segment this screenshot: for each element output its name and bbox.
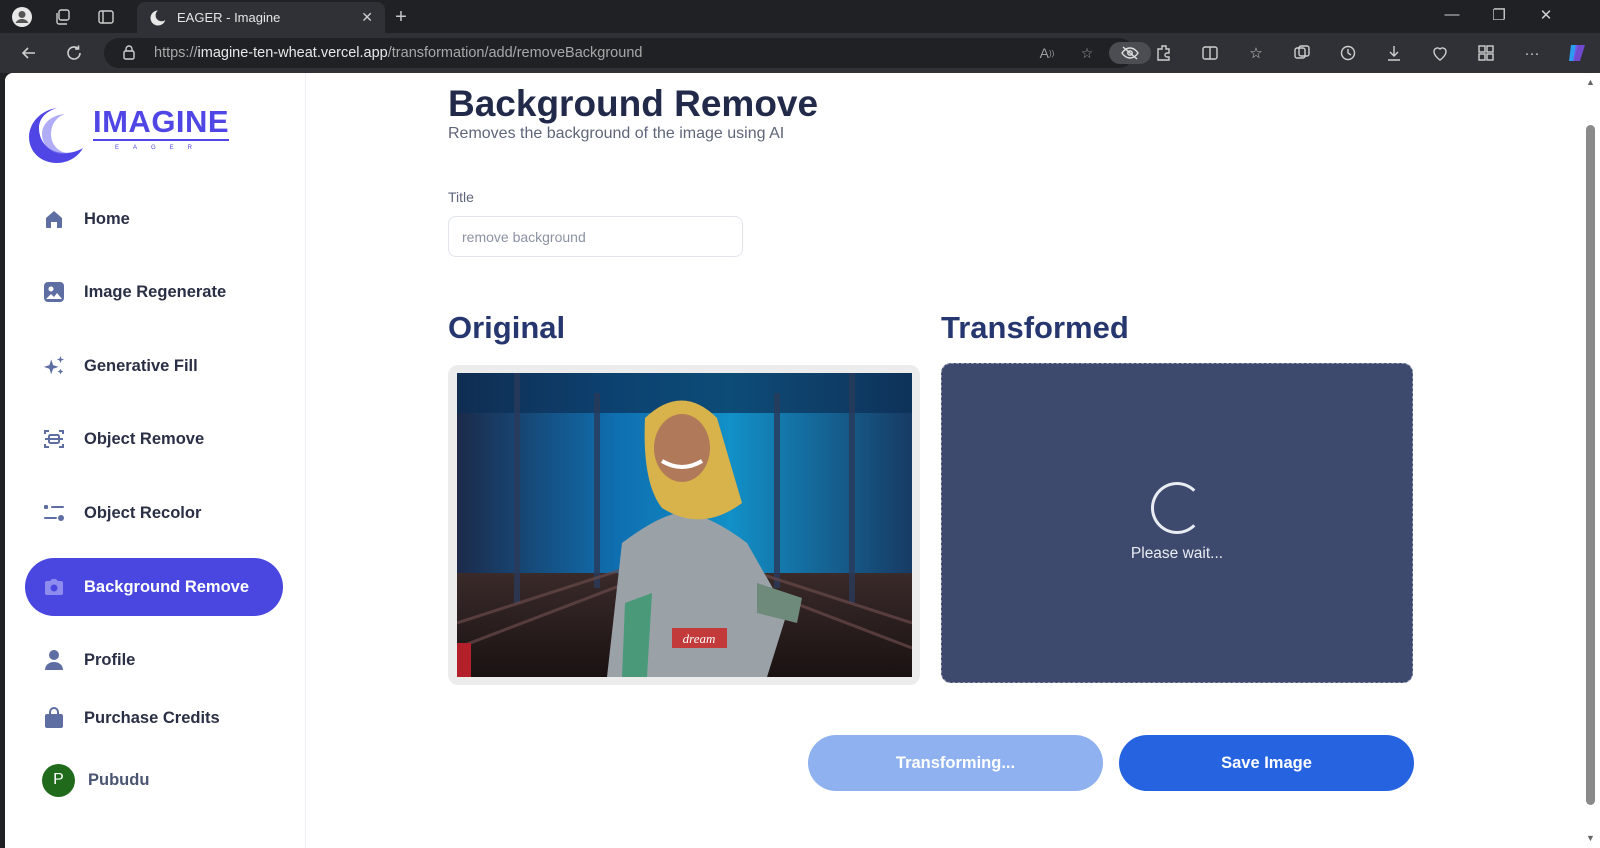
wait-message: Please wait... (1130, 545, 1224, 562)
scrollbar-thumb[interactable] (1586, 125, 1595, 805)
lock-icon (122, 44, 136, 63)
sidebar-item-label: Object Recolor (84, 503, 202, 522)
filter-icon (42, 501, 66, 525)
browser-tab-bar: EAGER - Imagine ✕ + — ❐ ✕ (0, 0, 1600, 33)
collections-icon[interactable] (1291, 42, 1313, 64)
browser-toolbar: https://imagine-ten-wheat.vercel.app/tra… (0, 33, 1600, 73)
page-scrollbar[interactable]: ▲ ▼ (1582, 73, 1600, 848)
sidebar-item-background-remove[interactable]: Background Remove (25, 558, 283, 616)
sidebar-item-label: Generative Fill (84, 356, 198, 375)
home-icon (42, 207, 66, 231)
url-prefix: https:// (154, 45, 198, 61)
tracking-prevention-icon[interactable] (1109, 42, 1151, 64)
transformed-heading: Transformed (941, 310, 1129, 345)
sparkles-icon (42, 354, 66, 378)
restore-icon[interactable]: ❐ (1484, 6, 1514, 24)
sidebar: IMAGINE EAGER Home Image Regenerate Gene… (5, 73, 306, 848)
copilot-icon[interactable] (1566, 42, 1588, 64)
sidebar-item-label: Image Regenerate (84, 282, 227, 301)
logo-subtext: EAGER (115, 145, 207, 151)
title-label: Title (448, 189, 474, 205)
close-window-icon[interactable]: ✕ (1531, 6, 1561, 24)
user-icon (42, 648, 66, 672)
sidebar-item-generative-fill[interactable]: Generative Fill (25, 337, 283, 395)
tab-actions-icon[interactable] (95, 6, 117, 28)
sidebar-item-home[interactable]: Home (25, 190, 283, 248)
main-content: Background Remove Removes the background… (306, 73, 1582, 848)
image-icon (42, 280, 66, 304)
sidebar-item-object-remove[interactable]: Object Remove (25, 410, 283, 468)
avatar[interactable]: P (42, 763, 75, 797)
new-tab-icon[interactable]: + (390, 6, 412, 28)
sidebar-item-label: Background Remove (84, 577, 250, 596)
extensions-icon[interactable] (1153, 42, 1175, 64)
logo-text: IMAGINE (93, 104, 230, 141)
page-title: Background Remove (448, 83, 819, 124)
performance-icon[interactable] (1429, 42, 1451, 64)
original-heading: Original (448, 310, 566, 345)
web-page: IMAGINE EAGER Home Image Regenerate Gene… (5, 73, 1582, 848)
moon-icon (150, 10, 166, 25)
original-image-uploader[interactable]: dream (448, 365, 920, 685)
url-path: /transformation/add/removeBackground (387, 45, 643, 61)
more-options-icon[interactable]: ··· (1521, 42, 1543, 64)
scroll-up-icon[interactable]: ▲ (1586, 77, 1595, 87)
sidebar-item-profile[interactable]: Profile (25, 631, 283, 689)
favorites-icon[interactable]: ☆ (1245, 42, 1267, 64)
sidebar-item-label: Profile (84, 650, 136, 669)
url-host: imagine-ten-wheat.vercel.app (197, 45, 388, 61)
read-aloud-icon[interactable]: A)) (1034, 44, 1060, 62)
workspaces-icon[interactable] (52, 6, 74, 28)
back-icon[interactable] (17, 41, 41, 65)
user-profile[interactable]: P Pubudu (25, 751, 283, 809)
scan-icon (42, 427, 66, 451)
camera-icon (42, 575, 66, 599)
original-image: dream (457, 373, 912, 677)
sidebar-item-object-recolor[interactable]: Object Recolor (25, 484, 283, 542)
refresh-icon[interactable] (62, 41, 86, 65)
logo-moon-icon (29, 108, 83, 163)
loading-spinner-icon (1151, 482, 1203, 534)
user-name: Pubudu (88, 770, 150, 789)
page-subtitle: Removes the background of the image usin… (448, 125, 785, 142)
tab-title: EAGER - Imagine (177, 10, 281, 25)
transformed-image-panel: Please wait... (941, 363, 1413, 683)
sidebar-item-label: Object Remove (84, 429, 205, 448)
logo[interactable]: IMAGINE EAGER (27, 103, 237, 165)
minimize-icon[interactable]: — (1437, 6, 1467, 23)
profile-icon[interactable] (11, 6, 33, 28)
sidebar-item-image-regenerate[interactable]: Image Regenerate (25, 263, 283, 321)
history-icon[interactable] (1337, 42, 1359, 64)
apps-icon[interactable] (1475, 42, 1497, 64)
address-bar[interactable]: https://imagine-ten-wheat.vercel.app/tra… (104, 38, 1151, 68)
close-tab-icon[interactable]: ✕ (361, 9, 373, 26)
sidebar-item-label: Home (84, 209, 130, 228)
favorite-star-icon[interactable]: ☆ (1074, 44, 1100, 62)
split-screen-icon[interactable] (1199, 42, 1221, 64)
save-image-button[interactable]: Save Image (1119, 735, 1414, 791)
downloads-icon[interactable] (1383, 42, 1405, 64)
transform-button[interactable]: Transforming... (808, 735, 1103, 791)
title-input[interactable] (448, 216, 743, 257)
tab-active[interactable]: EAGER - Imagine ✕ (137, 2, 385, 33)
sidebar-item-label: Purchase Credits (84, 708, 220, 727)
sidebar-item-purchase-credits[interactable]: Purchase Credits (25, 689, 283, 747)
scroll-down-icon[interactable]: ▼ (1586, 833, 1595, 843)
svg-text:dream: dream (683, 631, 716, 646)
bag-icon (42, 706, 66, 730)
